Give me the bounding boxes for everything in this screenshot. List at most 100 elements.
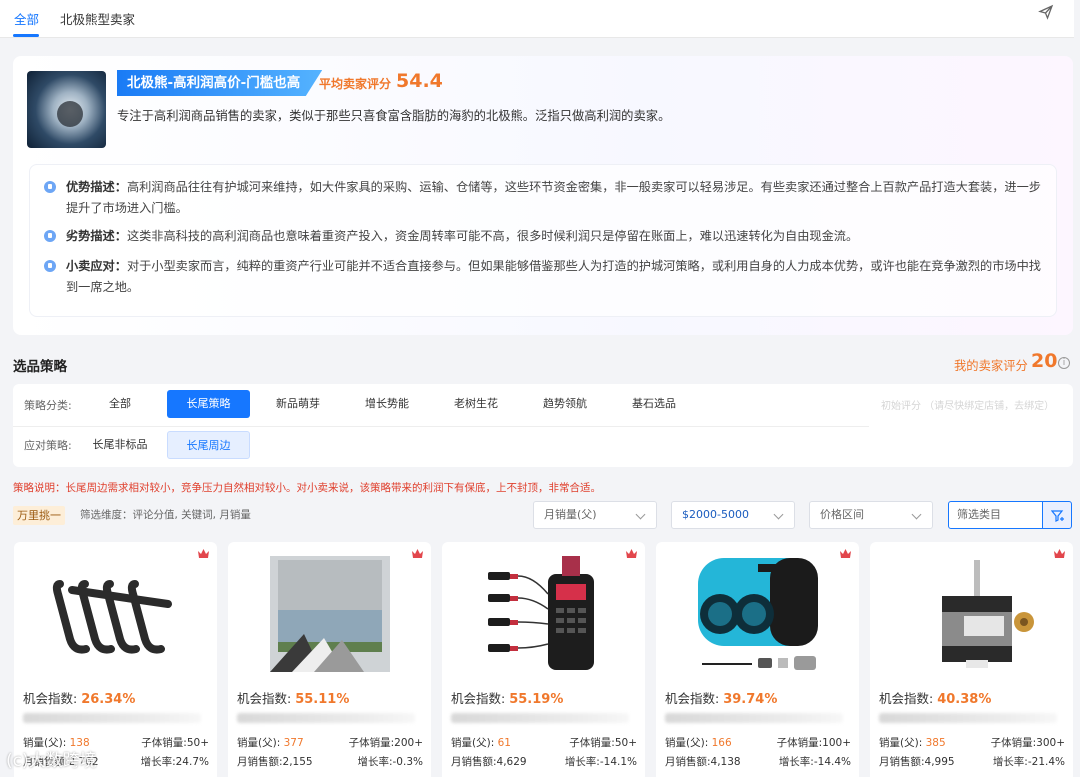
price-range-select[interactable]: $2000-5000 [671,501,795,529]
price-interval-value: 价格区间 [820,508,864,521]
monthly-revenue: 月销售额:4,138 [665,756,741,768]
category-chip-trend[interactable]: 趋势领航 [531,390,599,418]
thumbs-down-icon [44,230,56,242]
small-seller-text: 对于小型卖家而言，纯粹的重资产行业可能并不适合直接参与。但如果能够借鉴那些人为打… [66,259,1041,294]
seller-type-card: 北极熊-高利润高价-门槛也高 平均卖家评分 54.4 专注于高利润商品销售的卖家… [13,56,1073,335]
product-image-wall-hooks [52,580,172,654]
parent-sales-label: 销量(父): [879,737,923,749]
crown-icon [840,549,851,558]
opportunity-value: 39.74% [723,692,778,707]
divider [13,426,869,427]
product-image-diagnostic-tool [488,556,594,670]
opportunity-value: 40.38% [937,692,992,707]
monthly-revenue: 月销售额:4,629 [451,756,527,768]
top-tabs: 全部 北极熊型卖家 [0,0,1074,38]
opportunity-value: 55.19% [509,692,564,707]
product-image-stepper-motor [942,560,1034,668]
chevron-down-icon [773,509,784,520]
category-filter-button[interactable] [1042,501,1072,529]
my-score-label: 我的卖家评分 [954,359,1028,373]
growth-rate: 增长率:-0.3% [357,756,423,768]
tab-polar-bear-seller[interactable]: 北极熊型卖家 [60,9,135,28]
crown-icon [198,549,209,558]
info-icon[interactable]: i [1058,357,1070,369]
polar-bear-avatar [27,71,106,148]
price-interval-select[interactable]: 价格区间 [809,501,933,529]
small-seller-label: 小卖应对： [66,259,127,273]
opportunity-value: 55.11% [295,692,350,707]
crown-icon [626,549,637,558]
pick-tag: 万里挑一 [13,506,65,525]
blurred-title [879,713,1057,723]
blurred-title [451,713,629,723]
price-range-value: $2000-5000 [682,508,749,521]
opportunity-value: 26.34% [81,692,136,707]
response-chip-long-tail-nonstandard[interactable]: 长尾非标品 [87,431,153,459]
watermark: (c)大数跨境 [6,751,97,771]
category-chip-all[interactable]: 全部 [87,390,153,418]
average-score-label: 平均卖家评分 [319,77,392,91]
tab-all[interactable]: 全部 [14,9,39,28]
child-sales: 子体销量:50+ [141,737,209,749]
blurred-title [665,713,843,723]
filter-dimensions: 筛选维度：评论分值, 关键词, 月销量 [80,509,251,521]
response-label: 应对策略: [24,439,72,452]
monthly-revenue: 月销售额:4,995 [879,756,955,768]
send-icon[interactable] [1038,4,1054,20]
child-sales: 子体销量:50+ [569,737,637,749]
parent-sales-value: 385 [925,737,946,749]
child-sales: 子体销量:100+ [776,737,851,749]
thumbs-up-icon [44,181,56,193]
product-card[interactable]: 机会指数: 39.74% 销量(父): 166 子体销量:100+ 月销售额:4… [656,542,859,777]
category-filter-input[interactable]: 筛选类目 [948,501,1043,529]
opportunity-label: 机会指数: [237,691,292,706]
parent-sales-label: 销量(父): [665,737,709,749]
opportunity-label: 机会指数: [665,691,720,706]
product-image-rangefinder [698,558,818,670]
category-chip-long-tail[interactable]: 长尾策略 [167,390,250,418]
my-score-value: 20 [1031,350,1058,372]
response-chip-long-tail-accessories[interactable]: 长尾周边 [167,431,250,459]
product-card[interactable]: 机会指数: 55.19% 销量(父): 61 子体销量:50+ 月销售额:4,6… [442,542,645,777]
advantage-row: 优势描述：高利润商品往往有护城河来维持，如大件家具的采购、运输、仓储等，这些环节… [44,177,1044,219]
product-card[interactable]: 机会指数: 26.34% 销量(父): 138 子体销量:50+ 月销售额:2,… [14,542,217,777]
seller-type-title: 北极熊-高利润高价-门槛也高 [117,70,323,96]
product-card[interactable]: 机会指数: 55.11% 销量(父): 377 子体销量:200+ 月销售额:2… [228,542,431,777]
strategy-filter-panel: 策略分类: 全部 长尾策略 新品萌芽 增长势能 老树生花 趋势领航 基石选品 初… [13,384,1073,467]
growth-rate: 增长率:-14.1% [564,756,637,768]
filter-icon [1051,510,1064,522]
advantage-text: 高利润商品往往有护城河来维持，如大件家具的采购、运输、仓储等，这些环节资金密集，… [66,180,1041,215]
parent-sales-value: 377 [283,737,304,749]
strategy-note: 策略说明：长尾周边需求相对较小，竞争压力自然相对较小。对小卖来说，该策略带来的利… [13,482,601,494]
growth-rate: 增长率:24.7% [140,756,209,768]
opportunity-label: 机会指数: [451,691,506,706]
child-sales: 子体销量:200+ [348,737,423,749]
product-card[interactable]: 机会指数: 40.38% 销量(父): 385 子体销量:300+ 月销售额:4… [870,542,1073,777]
monthly-sales-value: 月销量(父) [544,508,597,521]
category-chip-old-tree[interactable]: 老树生花 [442,390,510,418]
parent-sales-value: 166 [711,737,732,749]
parent-sales-label: 销量(父): [451,737,495,749]
crown-icon [412,549,423,558]
blurred-title [237,713,415,723]
initial-score-hint[interactable]: 初始评分 （请尽快绑定店铺，去绑定） [881,397,1071,416]
parent-sales-value: 61 [497,737,511,749]
monthly-sales-select[interactable]: 月销量(父) [533,501,657,529]
disadvantage-text: 这类非高科技的高利润商品也意味着重资产投入，资金周转率可能不高，很多时候利润只是… [126,229,859,243]
chevron-down-icon [635,509,646,520]
category-chip-cornerstone[interactable]: 基石选品 [620,390,688,418]
average-score-value: 54.4 [396,70,443,92]
disadvantage-row: 劣势描述：这类非高科技的高利润商品也意味着重资产投入，资金周转率可能不高，很多时… [44,226,1044,247]
opportunity-label: 机会指数: [879,691,934,706]
advice-panel: 优势描述：高利润商品往往有护城河来维持，如大件家具的采购、运输、仓储等，这些环节… [29,164,1057,317]
location-pin-icon [44,260,56,272]
opportunity-label: 机会指数: [23,691,78,706]
growth-rate: 增长率:-14.4% [778,756,851,768]
disadvantage-label: 劣势描述： [66,229,127,243]
crown-icon [1054,549,1065,558]
child-sales: 子体销量:300+ [990,737,1065,749]
category-chip-growth[interactable]: 增长势能 [353,390,421,418]
category-chip-new-sprout[interactable]: 新品萌芽 [264,390,332,418]
chevron-down-icon [911,509,922,520]
blurred-title [23,713,201,723]
